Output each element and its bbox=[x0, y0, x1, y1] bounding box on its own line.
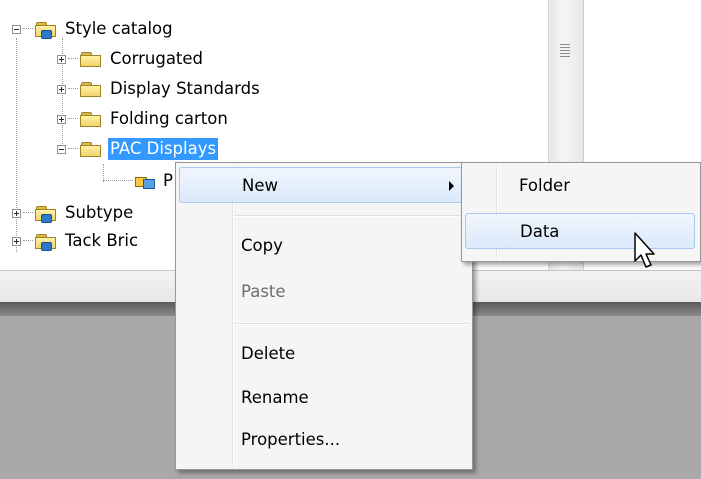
tree-node-label: PAC Displays bbox=[108, 138, 219, 160]
expand-icon[interactable] bbox=[57, 114, 66, 124]
folder-icon bbox=[80, 111, 102, 128]
menu-item-paste[interactable]: Paste bbox=[179, 273, 467, 309]
menu-item-label: Properties... bbox=[241, 429, 341, 449]
menu-item-label: Folder bbox=[519, 175, 570, 195]
tree-node-display-standards[interactable]: Display Standards bbox=[57, 76, 262, 102]
catalog-folder-icon bbox=[35, 205, 57, 223]
tree-node-data-item[interactable]: P bbox=[103, 168, 175, 194]
catalog-folder-icon bbox=[35, 233, 57, 251]
collapse-icon[interactable] bbox=[57, 144, 66, 154]
menu-item-label: New bbox=[242, 175, 278, 195]
context-menu: New Copy Paste Delete Rename Properties.… bbox=[175, 162, 473, 470]
menu-item-delete[interactable]: Delete bbox=[179, 335, 467, 371]
menu-item-label: Delete bbox=[241, 343, 296, 363]
tree-connector bbox=[68, 118, 78, 120]
menu-item-folder[interactable]: Folder bbox=[465, 167, 695, 203]
tree-node-style-catalog[interactable]: Style catalog bbox=[12, 16, 175, 42]
tree-node-subtype[interactable]: Subtype bbox=[12, 200, 135, 226]
scrollbar-grip-icon[interactable] bbox=[560, 44, 570, 58]
tree-node-label: Folding carton bbox=[110, 109, 228, 128]
submenu-arrow-icon bbox=[449, 181, 454, 191]
folder-open-icon bbox=[80, 141, 102, 158]
tree-connector bbox=[23, 28, 33, 30]
menu-item-rename[interactable]: Rename bbox=[179, 379, 467, 415]
tree-node-folding-carton[interactable]: Folding carton bbox=[57, 106, 230, 132]
tree-node-corrugated[interactable]: Corrugated bbox=[57, 46, 205, 72]
data-icon bbox=[135, 173, 155, 190]
mouse-cursor-icon bbox=[634, 232, 655, 268]
expand-icon[interactable] bbox=[12, 208, 21, 218]
expand-icon[interactable] bbox=[12, 236, 21, 246]
tree-connector bbox=[68, 88, 78, 90]
menu-item-new[interactable]: New bbox=[179, 167, 467, 203]
expand-icon[interactable] bbox=[57, 84, 66, 94]
new-submenu: Folder Data bbox=[461, 162, 701, 262]
menu-item-label: Paste bbox=[241, 281, 286, 301]
tree-node-tack-bric[interactable]: Tack Bric bbox=[12, 228, 140, 254]
menu-item-label: Data bbox=[520, 221, 560, 241]
collapse-icon[interactable] bbox=[12, 24, 21, 34]
menu-separator bbox=[234, 323, 469, 325]
menu-item-copy[interactable]: Copy bbox=[179, 227, 467, 263]
tree-node-label: Style catalog bbox=[65, 19, 173, 38]
tree-connector bbox=[68, 58, 78, 60]
tree-connector bbox=[68, 148, 78, 150]
folder-icon bbox=[80, 51, 102, 68]
menu-item-label: Copy bbox=[241, 235, 283, 255]
tree-connector bbox=[103, 180, 133, 182]
tree-connector bbox=[23, 240, 33, 242]
menu-item-data[interactable]: Data bbox=[465, 213, 695, 249]
tree-connector bbox=[23, 212, 33, 214]
tree-node-label: Corrugated bbox=[110, 49, 204, 68]
tree-node-label: P bbox=[163, 171, 173, 190]
folder-icon bbox=[80, 81, 102, 98]
expand-icon[interactable] bbox=[57, 54, 66, 64]
tree-node-label: Tack Bric bbox=[65, 231, 139, 250]
menu-item-label: Rename bbox=[241, 387, 309, 407]
tree-node-label: Subtype bbox=[65, 203, 134, 222]
menu-item-properties[interactable]: Properties... bbox=[179, 421, 467, 457]
tree-node-pac-displays[interactable]: PAC Displays bbox=[57, 136, 219, 162]
tree-node-label: Display Standards bbox=[110, 79, 260, 98]
catalog-folder-icon bbox=[35, 21, 57, 39]
menu-separator bbox=[234, 215, 469, 217]
